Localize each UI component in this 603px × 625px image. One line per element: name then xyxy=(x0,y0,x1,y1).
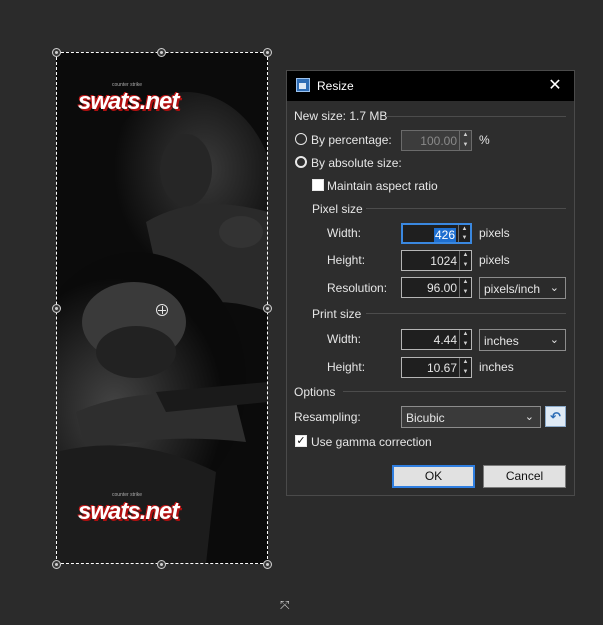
chevron-down-icon: ⌄ xyxy=(524,411,534,423)
by-absolute-size-radio[interactable] xyxy=(295,156,307,168)
by-percentage-label: By percentage: xyxy=(311,133,392,147)
pixel-size-header: Pixel size xyxy=(312,202,363,216)
pixel-height-input[interactable]: 1024 ▲ ▼ xyxy=(401,250,472,271)
chevron-down-icon: ⌄ xyxy=(549,282,559,294)
print-height-input[interactable]: 10.67 ▲ ▼ xyxy=(401,357,472,378)
resolution-input[interactable]: 96.00 ▲ ▼ xyxy=(401,277,472,298)
maintain-aspect-checkbox[interactable] xyxy=(312,179,324,191)
ok-button[interactable]: OK xyxy=(392,465,475,488)
pixel-width-unit: pixels xyxy=(479,226,510,240)
chevron-down-icon: ⌄ xyxy=(549,334,559,346)
expand-icon[interactable]: ⤧ xyxy=(280,599,292,611)
resize-handle-left[interactable] xyxy=(52,304,61,313)
resize-handle-bottom-left[interactable] xyxy=(52,560,61,569)
spinner-arrows[interactable]: ▲ ▼ xyxy=(459,131,471,150)
dialog-titlebar[interactable]: Resize ✕ xyxy=(287,71,574,101)
dialog-title: Resize xyxy=(317,79,354,93)
pixel-height-label: Height: xyxy=(327,253,366,267)
print-width-label: Width: xyxy=(327,332,362,346)
percent-unit: % xyxy=(479,133,490,147)
new-size-label: New size: 1.7 MB xyxy=(294,109,388,123)
cancel-button[interactable]: Cancel xyxy=(483,465,566,488)
spinner-arrows[interactable]: ▲ ▼ xyxy=(458,225,470,242)
divider xyxy=(366,208,566,209)
resize-handle-right[interactable] xyxy=(263,304,272,313)
logo-bottom: counter strike swats.net xyxy=(78,492,179,525)
pixel-height-unit: pixels xyxy=(479,253,510,267)
divider xyxy=(386,116,566,117)
divider xyxy=(366,313,566,314)
resolution-unit-select[interactable]: pixels/inch ⌄ xyxy=(479,277,566,299)
resampling-select[interactable]: Bicubic ⌄ xyxy=(401,406,541,428)
spinner-arrows[interactable]: ▲ ▼ xyxy=(459,358,471,377)
resize-handle-top-right[interactable] xyxy=(263,48,272,57)
print-height-unit: inches xyxy=(479,360,514,374)
pixel-width-input[interactable]: 426 ▲ ▼ xyxy=(401,223,472,244)
spinner-arrows[interactable]: ▲ ▼ xyxy=(459,251,471,270)
resize-image-icon xyxy=(296,78,310,92)
spinner-arrows[interactable]: ▲ ▼ xyxy=(459,330,471,349)
reset-icon[interactable]: ↶ xyxy=(545,406,566,427)
resize-handle-top-left[interactable] xyxy=(52,48,61,57)
resampling-label: Resampling: xyxy=(294,410,361,424)
resize-handle-top[interactable] xyxy=(157,48,166,57)
print-unit-select[interactable]: inches ⌄ xyxy=(479,329,566,351)
resize-handle-bottom[interactable] xyxy=(157,560,166,569)
print-width-input[interactable]: 4.44 ▲ ▼ xyxy=(401,329,472,350)
maintain-aspect-label: Maintain aspect ratio xyxy=(327,179,438,193)
gamma-correction-checkbox[interactable]: ✓ xyxy=(295,435,307,447)
pixel-width-label: Width: xyxy=(327,226,362,240)
spinner-arrows[interactable]: ▲ ▼ xyxy=(459,278,471,297)
logo-top: counter strike swats.net xyxy=(78,82,179,115)
print-height-label: Height: xyxy=(327,360,366,374)
divider xyxy=(343,391,566,392)
by-percentage-radio[interactable] xyxy=(295,133,307,145)
print-size-header: Print size xyxy=(312,307,362,321)
percentage-input[interactable]: 100.00 ▲ ▼ xyxy=(401,130,472,151)
resize-handle-bottom-right[interactable] xyxy=(263,560,272,569)
by-absolute-size-label: By absolute size: xyxy=(311,156,402,170)
move-handle-icon[interactable] xyxy=(156,304,168,316)
options-header: Options xyxy=(294,385,336,399)
close-icon[interactable]: ✕ xyxy=(545,77,565,95)
gamma-correction-label: Use gamma correction xyxy=(311,435,432,449)
resolution-label: Resolution: xyxy=(327,281,388,295)
